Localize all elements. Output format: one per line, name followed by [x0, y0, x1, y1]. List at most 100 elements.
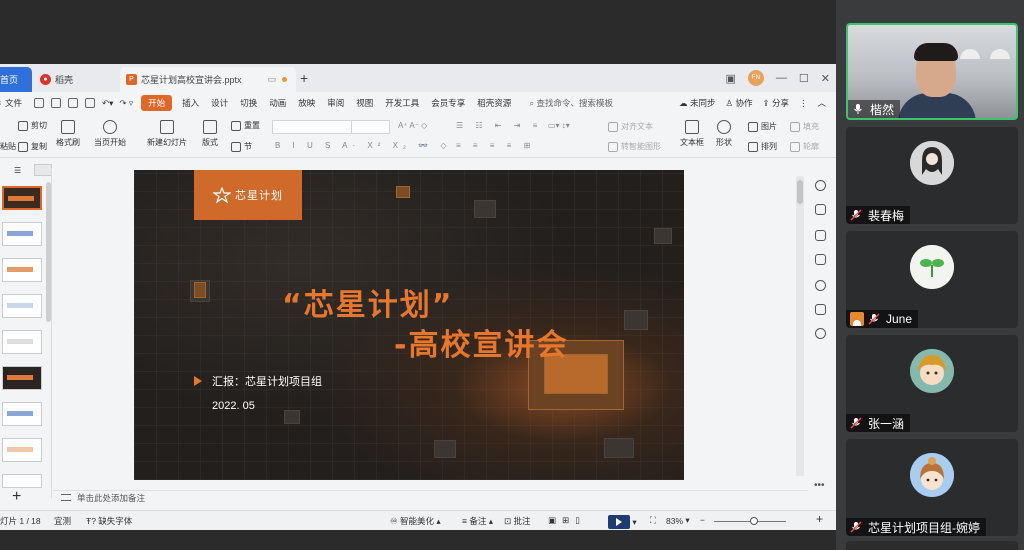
- participant-tile-active[interactable]: 楷然: [846, 23, 1018, 120]
- view-mode-buttons[interactable]: ▣ ⊞ ▯: [548, 515, 586, 526]
- normal-view-icon[interactable]: ▣: [548, 515, 562, 526]
- zoom-thumb[interactable]: [750, 517, 758, 525]
- thumbnail-scrollbar[interactable]: [46, 182, 51, 322]
- tab-transition[interactable]: 切换: [240, 97, 257, 109]
- slide-editor[interactable]: 芯星计划 “芯星计划” -高校宣讲会 汇报：芯星计划项目组 2022. 05: [134, 170, 684, 480]
- slide-thumb-1[interactable]: [2, 186, 42, 210]
- copy-style-icon[interactable]: [815, 254, 826, 265]
- slide-thumb-6[interactable]: [2, 366, 42, 390]
- slideshow-play-button[interactable]: ▾: [608, 515, 637, 529]
- tab-window-icon[interactable]: ▭: [268, 74, 277, 85]
- tab-design[interactable]: 设计: [211, 97, 228, 109]
- outline-button[interactable]: 轮廓: [790, 141, 819, 152]
- redo-icon[interactable]: ↷ ▿: [119, 98, 133, 109]
- participant-tile[interactable]: 张一涵: [846, 335, 1018, 432]
- missing-font-button[interactable]: Ŧ? 缺失字体: [86, 515, 132, 527]
- tab-review[interactable]: 审阅: [327, 97, 344, 109]
- scroll-thumb[interactable]: [797, 180, 803, 204]
- reset-button[interactable]: 重置: [231, 120, 260, 131]
- tab-list-icon[interactable]: ▣: [726, 72, 736, 85]
- fit-window-icon[interactable]: ⛶: [650, 515, 656, 526]
- tab-daoke[interactable]: ● 稻壳: [34, 67, 114, 92]
- cut-button[interactable]: 剪切: [18, 120, 47, 131]
- new-slide-button[interactable]: 新建幻灯片: [147, 120, 187, 148]
- user-avatar[interactable]: FN: [747, 70, 764, 86]
- slide-thumb-2[interactable]: [2, 222, 42, 246]
- tab-member[interactable]: 会员专享: [431, 97, 465, 109]
- slide-thumb-8[interactable]: [2, 438, 42, 462]
- add-slide-button[interactable]: +: [12, 488, 21, 506]
- adjust-icon[interactable]: [815, 204, 826, 215]
- comments-button[interactable]: ⊡ 批注: [504, 515, 531, 527]
- tab-daoke-resources[interactable]: 稻壳资源: [477, 97, 511, 109]
- minimize-icon[interactable]: —: [776, 72, 787, 84]
- smart-graphic-button[interactable]: 转智能图形: [608, 141, 661, 152]
- slide-thumb-7[interactable]: [2, 402, 42, 426]
- maximize-icon[interactable]: ☐: [799, 72, 809, 85]
- font-name-select[interactable]: [272, 120, 390, 134]
- reading-view-icon[interactable]: ▯: [575, 515, 586, 526]
- beautify-button[interactable]: ♾ 智能美化 ▴: [390, 515, 441, 527]
- textbox-button[interactable]: 文本框: [680, 120, 704, 148]
- collab-button[interactable]: ♙ 协作: [725, 97, 752, 109]
- sync-button[interactable]: ☁ 未同步: [679, 97, 715, 109]
- print-icon[interactable]: [67, 98, 78, 108]
- pin-icon[interactable]: [815, 230, 826, 241]
- slide-thumb-4[interactable]: [2, 294, 42, 318]
- more-icon[interactable]: ⋮: [799, 98, 808, 109]
- undo-icon[interactable]: ↶▾: [102, 98, 113, 109]
- align-buttons[interactable]: ≡ ≡ ≡ ≡ ⊞: [456, 141, 535, 150]
- layout-button[interactable]: 版式: [202, 120, 218, 148]
- preview-icon[interactable]: [84, 98, 95, 108]
- slide-thumb-9[interactable]: [2, 474, 42, 488]
- canvas-scrollbar[interactable]: [796, 176, 804, 476]
- shape-button[interactable]: 形状: [716, 120, 732, 148]
- format-painter-button[interactable]: 格式刷: [56, 120, 80, 148]
- palette-icon[interactable]: [815, 180, 826, 191]
- copy-button[interactable]: 复制: [18, 141, 47, 152]
- section-button[interactable]: 节: [231, 141, 252, 152]
- tab-start[interactable]: 开始: [141, 95, 173, 111]
- zoom-slider[interactable]: [714, 517, 786, 525]
- text-style-buttons[interactable]: B I U S A· X² X₂ 👓 ◇: [275, 141, 452, 150]
- location-icon[interactable]: [815, 328, 826, 339]
- image-tools-icon[interactable]: [815, 304, 826, 315]
- zoom-level[interactable]: 83% ▾: [666, 515, 690, 526]
- paste-button[interactable]: 粘贴: [0, 141, 16, 152]
- more-tools-icon[interactable]: •••: [814, 480, 825, 491]
- align-text-button[interactable]: 对齐文本: [608, 121, 653, 132]
- help-icon[interactable]: [815, 280, 826, 291]
- share-button[interactable]: ⇪ 分享: [762, 97, 789, 109]
- tab-view[interactable]: 视图: [356, 97, 373, 109]
- notes-area[interactable]: 单击此处添加备注: [53, 490, 808, 504]
- from-current-slide-button[interactable]: 当页开始: [94, 120, 126, 148]
- zoom-out-button[interactable]: −: [700, 515, 705, 525]
- font-size-buttons[interactable]: A⁺ A⁻ ◇: [398, 121, 427, 130]
- save-icon[interactable]: [33, 98, 44, 108]
- tab-insert[interactable]: 插入: [182, 97, 199, 109]
- slide-thumb-5[interactable]: [2, 330, 42, 354]
- participant-tile[interactable]: 裴春梅: [846, 127, 1018, 224]
- list-buttons[interactable]: ☰ ☷ ⇤ ⇥ ≡: [456, 121, 542, 130]
- theme-name[interactable]: 宜测: [54, 515, 71, 527]
- fill-button[interactable]: 填充: [790, 121, 819, 132]
- participant-tile[interactable]: 芯星计划项目组-婉婷: [846, 439, 1018, 536]
- tab-document[interactable]: P 芯星计划高校宣讲会.pptx ▭: [120, 67, 296, 92]
- tab-home[interactable]: 首页: [0, 67, 32, 92]
- arrange-button[interactable]: 排列: [748, 141, 777, 152]
- new-tab-button[interactable]: +: [300, 70, 308, 86]
- slide-thumb-3[interactable]: [2, 258, 42, 282]
- menu-file[interactable]: 文件: [5, 97, 22, 109]
- zoom-in-button[interactable]: +: [816, 512, 823, 526]
- sorter-view-icon[interactable]: ⊞: [562, 515, 575, 526]
- participant-tile[interactable]: June: [846, 231, 1018, 328]
- export-icon[interactable]: [50, 98, 61, 108]
- tab-slideshow[interactable]: 放映: [298, 97, 315, 109]
- tab-developer[interactable]: 开发工具: [385, 97, 419, 109]
- notes-button[interactable]: ≡ 备注 ▴: [462, 515, 493, 527]
- tab-animation[interactable]: 动画: [269, 97, 286, 109]
- command-search[interactable]: ⌕ 查找命令、搜索模板: [529, 97, 613, 109]
- menu-toggle-icon[interactable]: ≡: [0, 98, 1, 108]
- participant-tile-partial[interactable]: [846, 541, 1018, 550]
- image-button[interactable]: 图片: [748, 121, 777, 132]
